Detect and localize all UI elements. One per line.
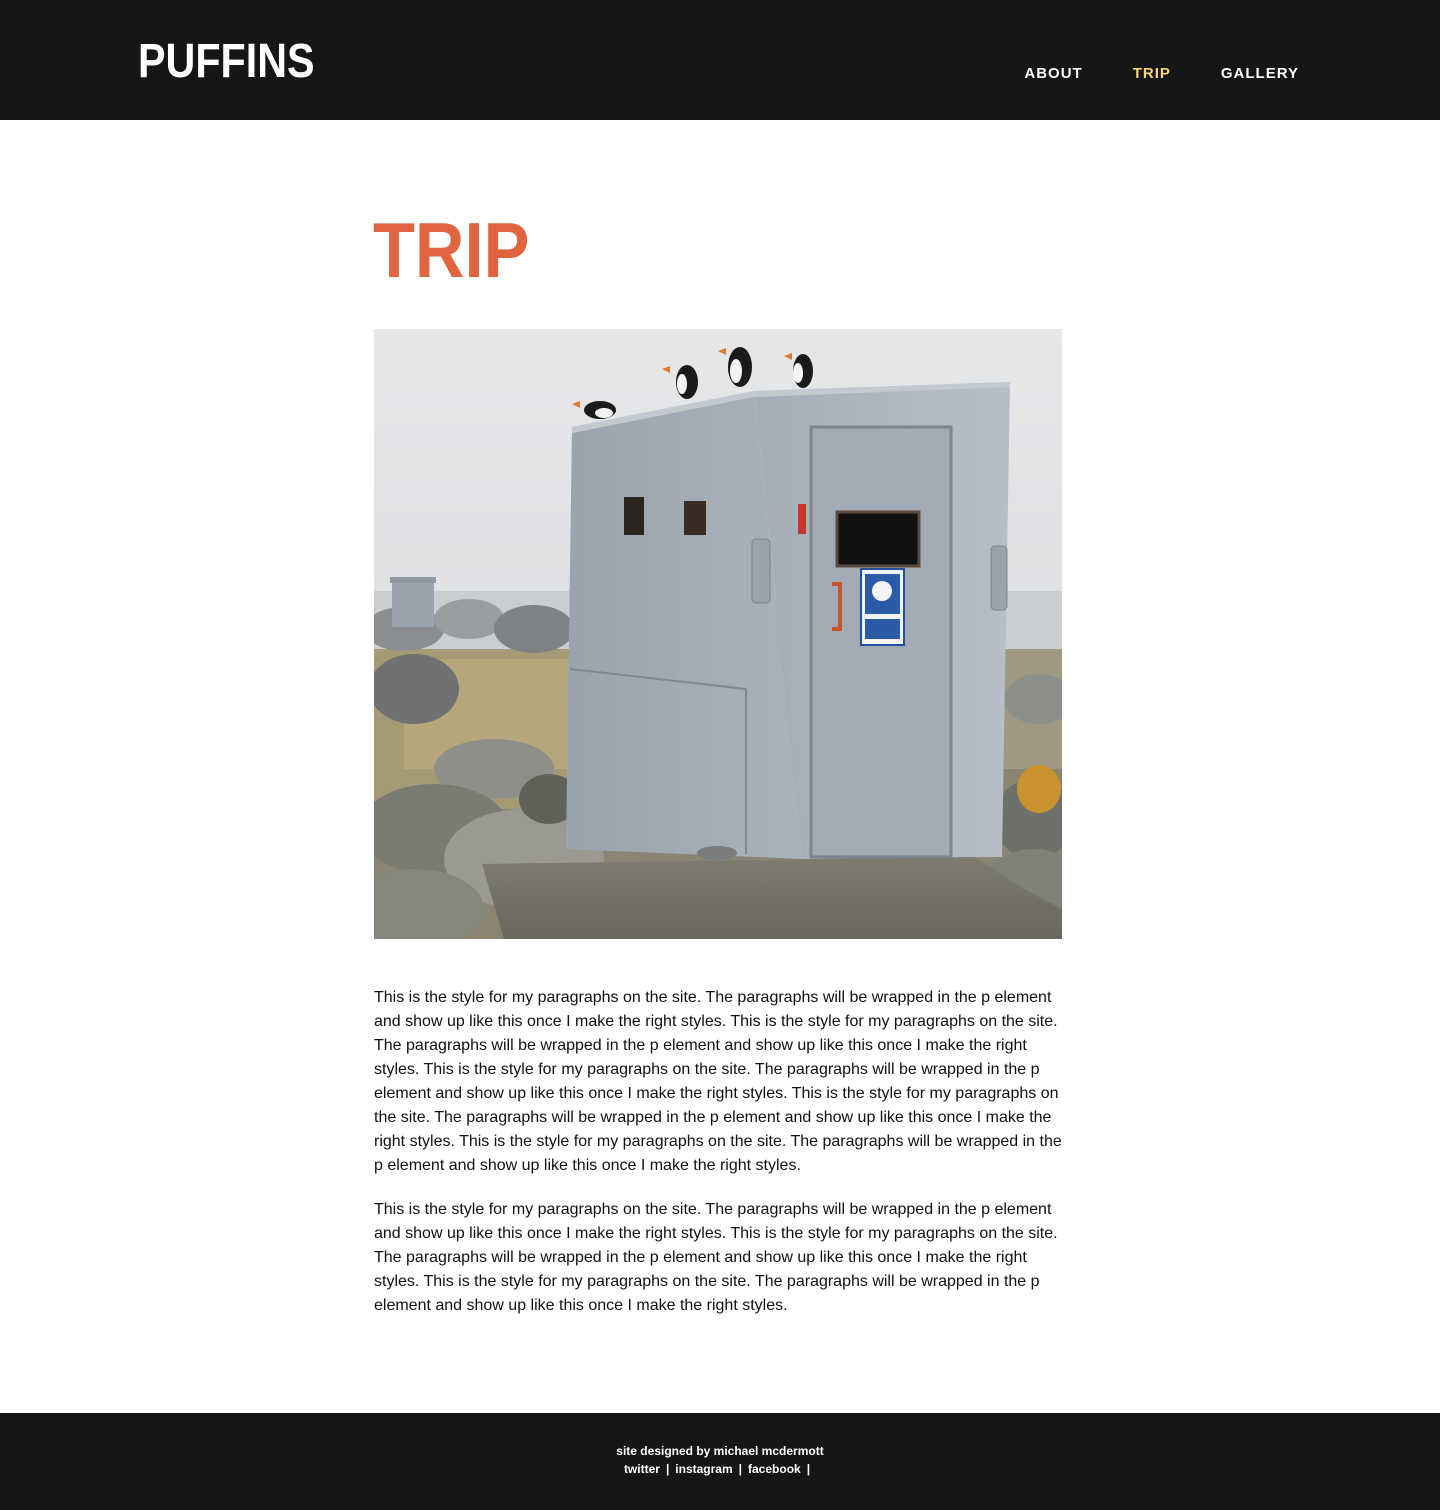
nav-gallery-link[interactable]: GALLERY	[1221, 64, 1299, 84]
separator: |	[665, 1462, 670, 1476]
separator: |	[738, 1462, 743, 1476]
instagram-link[interactable]: instagram	[675, 1462, 732, 1476]
page-title: TRIP	[373, 206, 530, 294]
footer-credit: site designed by michael mcdermott	[616, 1444, 824, 1458]
twitter-link[interactable]: twitter	[624, 1462, 660, 1476]
main-content: This is the style for my paragraphs on t…	[374, 986, 1066, 1338]
body-paragraph: This is the style for my paragraphs on t…	[374, 1201, 1058, 1314]
facebook-link[interactable]: facebook	[748, 1462, 801, 1476]
site-logo[interactable]: PUFFINS	[138, 34, 315, 90]
main-nav: ABOUT TRIP GALLERY	[1024, 64, 1299, 84]
hero-image	[374, 329, 1062, 939]
social-links: twitter | instagram | facebook |	[0, 1460, 1440, 1478]
separator: |	[806, 1462, 811, 1476]
body-paragraph: This is the style for my paragraphs on t…	[374, 989, 1062, 1174]
site-header: PUFFINS ABOUT TRIP GALLERY	[0, 0, 1440, 120]
site-footer: site designed by michael mcdermott twitt…	[0, 1413, 1440, 1510]
nav-about-link[interactable]: ABOUT	[1024, 64, 1082, 84]
nav-trip-link[interactable]: TRIP	[1133, 64, 1171, 84]
